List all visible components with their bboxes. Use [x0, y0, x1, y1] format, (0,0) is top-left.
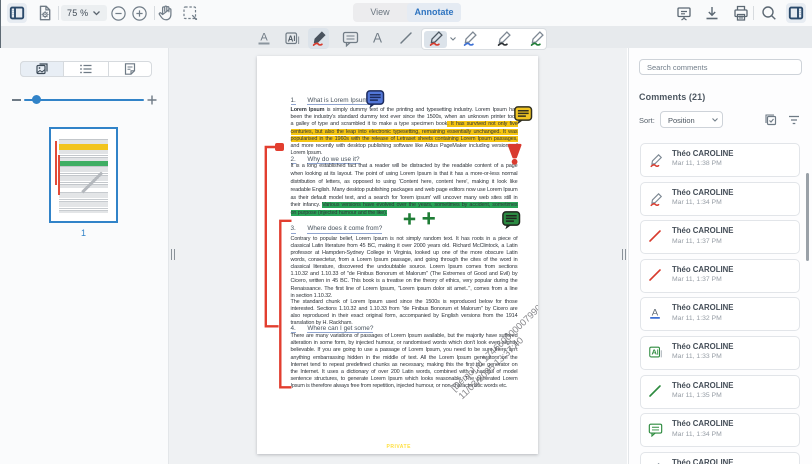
svg-text:A: A	[651, 348, 657, 357]
svg-text:A: A	[652, 308, 659, 319]
svg-text:A: A	[288, 34, 294, 43]
svg-text:A: A	[260, 32, 268, 44]
svg-text:A: A	[373, 31, 382, 46]
